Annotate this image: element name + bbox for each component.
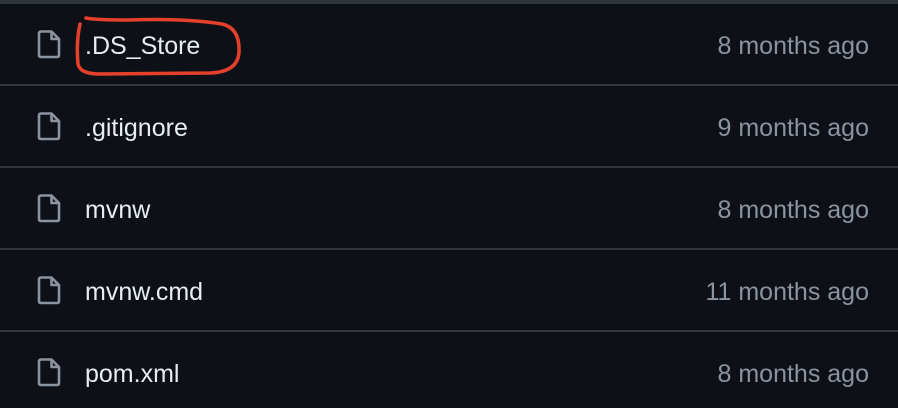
file-icon <box>32 355 66 389</box>
file-last-commit-age: 8 months ago <box>717 196 870 224</box>
file-row[interactable]: .gitignore 9 months ago <box>0 86 898 168</box>
file-name-link[interactable]: pom.xml <box>85 354 179 394</box>
file-name-link[interactable]: .gitignore <box>85 108 188 148</box>
file-icon <box>32 273 66 307</box>
file-name-link[interactable]: mvnw.cmd <box>85 272 203 312</box>
file-name-link[interactable]: .DS_Store <box>85 26 200 66</box>
file-list: .DS_Store 8 months ago .gitignore 9 mont… <box>0 0 898 408</box>
file-row[interactable]: .DS_Store 8 months ago <box>0 4 898 86</box>
file-row[interactable]: mvnw 8 months ago <box>0 168 898 250</box>
file-last-commit-age: 8 months ago <box>717 360 870 388</box>
file-icon <box>32 191 66 225</box>
file-icon <box>32 27 66 61</box>
file-row[interactable]: mvnw.cmd 11 months ago <box>0 250 898 332</box>
file-row[interactable]: pom.xml 8 months ago <box>0 332 898 408</box>
file-last-commit-age: 8 months ago <box>717 32 870 60</box>
file-last-commit-age: 9 months ago <box>717 114 870 142</box>
file-icon <box>32 109 66 143</box>
file-name-link[interactable]: mvnw <box>85 190 150 230</box>
file-last-commit-age: 11 months ago <box>705 278 869 306</box>
